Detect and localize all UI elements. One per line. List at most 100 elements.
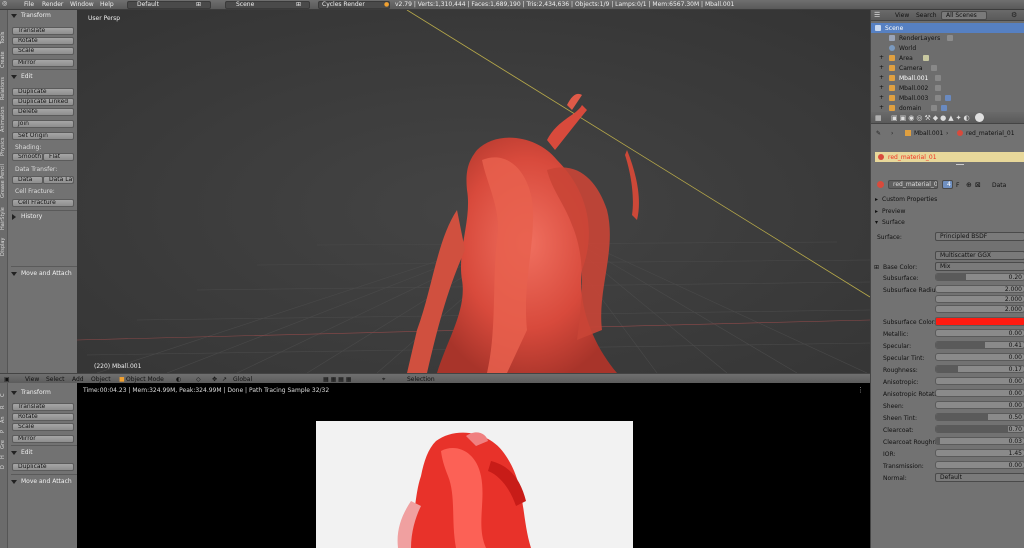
expand-icon[interactable]: ▸ [875, 208, 878, 215]
anisotropic-rotation-slider[interactable]: 0.00 [935, 389, 1024, 397]
tab-tools[interactable]: Tools [0, 16, 8, 44]
outliner-row-world[interactable]: World [871, 43, 1024, 53]
translate-manipulator-icon[interactable]: ↗ [222, 376, 227, 383]
scene-name[interactable]: Scene [236, 1, 254, 8]
radius-z-field[interactable]: 2.000 [935, 305, 1024, 313]
outliner-search-menu[interactable]: Search [916, 12, 937, 19]
collapse-transform-icon[interactable] [11, 14, 17, 18]
operator-panel-header[interactable]: Move and Attach [21, 270, 72, 277]
collapse-edit-icon[interactable] [11, 75, 17, 79]
join-button[interactable]: Join [12, 120, 74, 128]
breadcrumb-material[interactable]: red_material_01 [966, 130, 1015, 137]
tab-grease-pencil[interactable]: Grease Pencil [0, 156, 8, 198]
delete-button[interactable]: Delete [12, 108, 74, 116]
outliner-row-mball-003[interactable]: + Mball.003 [871, 93, 1024, 103]
outliner-filter-dropdown[interactable]: All Scenes [941, 11, 987, 20]
rotate-button[interactable]: Rotate [12, 37, 74, 45]
tab-physics[interactable]: Physics [0, 132, 8, 157]
menu-view[interactable]: View [25, 376, 39, 383]
expand-icon[interactable]: ▸ [875, 196, 878, 203]
context-tabs-icon[interactable]: ▣▣◉◎⚒◆●▲✦◐ [891, 114, 972, 122]
expand-icon[interactable]: + [879, 54, 884, 61]
panel-transform-header[interactable]: Transform [21, 389, 51, 396]
tab-animation[interactable]: Animation [0, 100, 8, 133]
tab-display[interactable]: Display [0, 230, 8, 256]
material-browse-icon[interactable] [877, 181, 884, 188]
surface-shader-dropdown[interactable]: Principled BSDF [935, 232, 1024, 241]
duplicate-linked-button[interactable]: Duplicate Linked [12, 98, 74, 106]
expand-icon[interactable]: + [879, 94, 884, 101]
tab-h[interactable]: H [0, 451, 8, 459]
tab-p[interactable]: P [0, 425, 8, 433]
data-button[interactable]: Data [12, 176, 43, 184]
scale-button[interactable]: Scale [12, 47, 74, 55]
tab-hairstyle[interactable]: HairStyle [0, 198, 8, 230]
panel-edit-header[interactable]: Edit [21, 449, 33, 456]
layout-name[interactable]: Default [137, 1, 159, 8]
rotate-button[interactable]: Rotate [12, 413, 74, 421]
outliner-filter-icon[interactable]: ⚙ [1011, 11, 1017, 19]
smooth-button[interactable]: Smooth [12, 153, 43, 161]
translate-button[interactable]: Translate [12, 403, 74, 411]
render-options-icon[interactable]: ⋮ [857, 386, 864, 394]
ior-field[interactable]: 1.45 [935, 449, 1024, 457]
expand-icon[interactable]: + [879, 64, 884, 71]
add-layout-icon[interactable]: ⊞ [196, 1, 201, 8]
cell-fracture-button[interactable]: Cell Fracture [12, 199, 74, 207]
distribution-dropdown[interactable]: Multiscatter GGX [935, 251, 1024, 260]
3d-viewport[interactable]: User Persp (220) Mball.001 [77, 10, 870, 373]
specular-slider[interactable]: 0.41 [935, 341, 1024, 349]
base-color-input[interactable]: Mix [935, 262, 1024, 271]
material-name-field[interactable]: red_material_01 [888, 180, 938, 189]
outliner-row-renderlayers[interactable]: RenderLayers [871, 33, 1024, 43]
collapse-operator-icon[interactable] [11, 272, 17, 276]
tab-r[interactable]: R [0, 399, 8, 409]
material-slot-list[interactable]: red_material_01 [875, 152, 1024, 162]
orientation-dropdown[interactable]: Global [233, 376, 252, 383]
normal-input[interactable]: Default [935, 473, 1024, 482]
expand-history-icon[interactable] [12, 214, 16, 220]
fake-user-toggle[interactable]: F [956, 182, 959, 189]
renderlayer-toggle-icon[interactable] [947, 35, 953, 41]
manipulator-icon[interactable]: ✥ [212, 376, 217, 383]
collapse-transform-icon[interactable] [11, 391, 17, 395]
menu-object[interactable]: Object [91, 376, 111, 383]
specular-tint-slider[interactable]: 0.00 [935, 353, 1024, 361]
translate-button[interactable]: Translate [12, 27, 74, 35]
tab-d[interactable]: D [0, 461, 8, 469]
panel-preview[interactable]: ▸ Preview [871, 206, 1024, 216]
outliner-editor-icon[interactable]: ☰ [874, 11, 880, 19]
menu-render[interactable]: Render [42, 1, 63, 8]
pivot-icon[interactable]: ◇ [196, 376, 201, 383]
panel-edit-header[interactable]: Edit [21, 73, 33, 80]
render-view[interactable]: Time:00:04.23 | Mem:324.99M, Peak:324.99… [77, 383, 870, 548]
outliner-row-scene[interactable]: Scene [871, 23, 1024, 33]
collapse-operator-icon[interactable] [11, 480, 17, 484]
outliner-row-area[interactable]: + Area [871, 53, 1024, 63]
flat-button[interactable]: Flat [43, 153, 74, 161]
list-resize-handle[interactable] [956, 164, 964, 165]
render-engine[interactable]: Cycles Render [322, 1, 365, 8]
set-origin-button[interactable]: Set Origin [12, 132, 74, 140]
pin-icon[interactable]: ✎ [876, 130, 881, 137]
tab-gre[interactable]: Gre [0, 435, 8, 449]
operator-panel-header[interactable]: Move and Attach [21, 478, 72, 485]
menu-file[interactable]: File [24, 1, 34, 8]
roughness-slider[interactable]: 0.17 [935, 365, 1024, 373]
data-layout-button[interactable]: Data Layo [43, 176, 74, 184]
properties-editor-icon[interactable]: ▦ [875, 114, 882, 122]
viewport-shading-icon[interactable]: ◐ [176, 376, 181, 383]
metallic-slider[interactable]: 0.00 [935, 329, 1024, 337]
collapse-icon[interactable]: ▾ [875, 219, 878, 226]
tab-relations[interactable]: Relations [0, 68, 8, 100]
menu-add[interactable]: Add [72, 376, 84, 383]
duplicate-button[interactable]: Duplicate [12, 463, 74, 471]
outliner-row-camera[interactable]: + Camera [871, 63, 1024, 73]
expand-icon[interactable]: + [879, 74, 884, 81]
material-tab-icon[interactable] [975, 113, 984, 122]
tab-create[interactable]: Create [0, 44, 8, 68]
expand-icon[interactable]: + [879, 104, 884, 111]
subsurface-slider[interactable]: 0.20 [935, 273, 1024, 281]
tab-an[interactable]: An [0, 411, 8, 423]
outliner-row-mball-001[interactable]: + Mball.001 [871, 73, 1024, 83]
